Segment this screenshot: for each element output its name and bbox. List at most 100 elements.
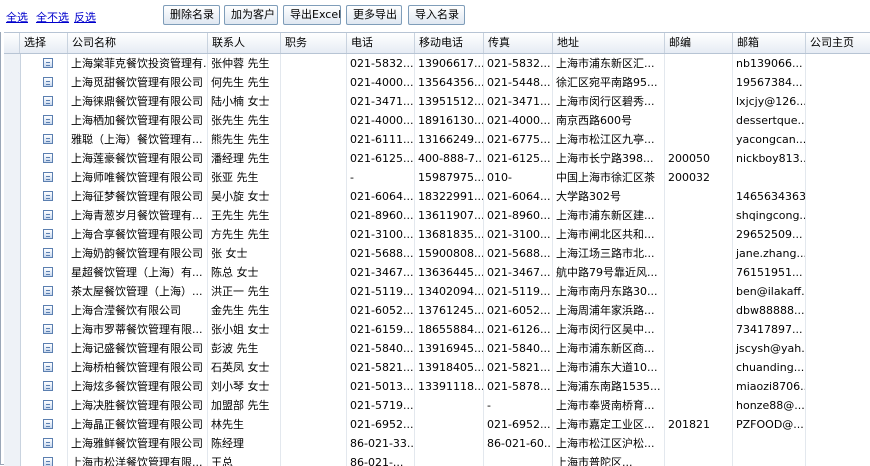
fax-cell: 021-5821... [484,358,553,377]
row-header[interactable] [4,206,21,225]
row-header[interactable] [4,282,21,301]
header-col-company[interactable]: 公司名称 [68,33,208,53]
select-card-icon[interactable] [43,96,53,106]
table-row[interactable]: 上海奶韵餐饮管理有限公司张 女士 021-5688... 15900808... 02… [4,244,870,264]
select-card-icon[interactable] [43,229,53,239]
row-header[interactable] [4,263,21,282]
header-col-fax[interactable]: 传真 [484,33,553,53]
row-header[interactable] [4,149,21,168]
table-row[interactable]: 上海决胜餐饮管理有限公司 加盟部 先生 021-5719... - 上海市奉贤南桥育..… [4,396,870,416]
row-header[interactable] [4,320,21,339]
row-header[interactable] [4,358,21,377]
phone-cell: 021-8960... [347,206,415,225]
row-header[interactable] [4,54,21,73]
row-header[interactable] [4,187,21,206]
address-cell: 上海江场三路市北... [553,244,665,263]
header-col-address[interactable]: 地址 [553,33,665,53]
select-card-icon[interactable] [43,248,53,258]
table-row[interactable]: 上海记盛餐饮管理有限公司 彭波 先生 021-5840... 13916945... 0… [4,339,870,359]
table-row[interactable]: 上海徕鼎餐饮管理有限公司 陆小楠 女士 021-3471... 13951512...… [4,92,870,112]
delete-list-button[interactable]: 删除名录 [163,5,220,25]
row-header[interactable] [4,396,21,415]
row-header[interactable] [4,453,21,466]
row-header[interactable] [4,73,21,92]
select-card-icon[interactable] [43,362,53,372]
table-row[interactable]: 上海桥柏餐饮管理有限公司 石英凤 女士 021-5821... 13918405...… [4,358,870,378]
select-card-icon[interactable] [43,381,53,391]
import-list-button[interactable]: 导入名录 [408,5,465,25]
add-as-customer-button[interactable]: 加为客户 [224,5,278,25]
fax-cell: 021-6125... [484,149,553,168]
select-card-icon[interactable] [43,77,53,87]
select-card-icon[interactable] [43,286,53,296]
table-row[interactable]: 上海合享餐饮管理有限公司 方先生 先生 021-3100... 13681835...… [4,225,870,245]
header-col-title[interactable]: 职务 [281,33,347,53]
table-row[interactable]: 上海青葱岁月餐饮管理有... 王先生 先生 021-8960... 13611907.… [4,206,870,226]
header-col-phone[interactable]: 电话 [347,33,415,53]
row-header[interactable] [4,130,21,149]
select-card-icon[interactable] [43,324,53,334]
table-row[interactable]: 星超餐饮管理（上海）有... 陈总 女士 021-3467... 13636445..… [4,263,870,283]
header-col-contact[interactable]: 联系人 [208,33,281,53]
company-cell: 上海觅甜餐饮管理有限公司 [68,73,208,92]
row-header[interactable] [4,434,21,453]
select-none-link[interactable]: 全不选 [36,9,69,25]
table-row[interactable]: 茶太屋餐饮管理（上海）... 洪正一 先生 021-5119... 13402094.… [4,282,870,302]
row-header[interactable] [4,225,21,244]
contact-cell: 陈经理 [208,434,281,453]
row-header[interactable] [4,111,21,130]
table-row[interactable]: 上海觅甜餐饮管理有限公司 何先生 先生 021-4000... 13564356...… [4,73,870,93]
select-card-icon[interactable] [43,58,53,68]
select-card-icon[interactable] [43,343,53,353]
table-row[interactable]: 上海市松洋餐饮管理有限... 王总 86-021-... 上海市普陀区... [4,453,870,466]
email-cell: PZFOOD@... [733,415,806,434]
row-header[interactable] [4,92,21,111]
table-row[interactable]: 上海栖加餐饮管理有限公司 张先生 先生 021-4000... 18916130...… [4,111,870,131]
select-card-icon[interactable] [43,191,53,201]
more-export-button[interactable]: 更多导出 [346,5,402,25]
phone-cell: 021-3100... [347,225,415,244]
table-row[interactable]: 上海征梦餐饮管理有限公司 吴小旋 女士 021-6064... 18322991...… [4,187,870,207]
select-card-icon[interactable] [43,210,53,220]
header-col-zip[interactable]: 邮编 [665,33,733,53]
header-col-mobile[interactable]: 移动电话 [415,33,484,53]
row-header[interactable] [4,301,21,320]
row-header[interactable] [4,168,21,187]
fax-cell: 021-3100... [484,225,553,244]
address-cell: 上海市南丹东路30... [553,282,665,301]
header-col-email[interactable]: 邮箱 [733,33,806,53]
homepage-cell [806,396,870,415]
select-card-icon[interactable] [43,400,53,410]
table-row[interactable]: 上海雅鲜餐饮管理有限公司 陈经理 86-021-33... 86-021-60... 上… [4,434,870,454]
row-header[interactable] [4,415,21,434]
table-row[interactable]: 上海莲豪餐饮管理有限公司 潘经理 先生 021-6125... 400-888-7..… [4,149,870,169]
homepage-cell [806,168,870,187]
row-header[interactable] [4,244,21,263]
select-card-icon[interactable] [43,172,53,182]
select-card-icon[interactable] [43,267,53,277]
table-row[interactable]: 雅聪（上海）餐饮管理有... 熊先生 先生 021-6111... 13166249.… [4,130,870,150]
select-all-link[interactable]: 全选 [6,9,28,25]
table-row[interactable]: 上海晶正餐饮管理有限公司 林先生 021-6952... 021-6952... 上海市… [4,415,870,435]
table-row[interactable]: 上海师唯餐饮管理有限公司 张亚 先生 -15987975... 010- 中国上海市徐汇… [4,168,870,188]
contact-cell: 何先生 先生 [208,73,281,92]
invert-selection-link[interactable]: 反选 [74,9,96,25]
fax-cell: 021-6052... [484,301,553,320]
export-excel-button[interactable]: 导出Excel [283,5,341,25]
select-card-icon[interactable] [43,305,53,315]
select-card-icon[interactable] [43,153,53,163]
table-row[interactable]: 上海市罗蒂餐饮管理有限... 张小姐 女士 021-6159... 18655884.… [4,320,870,340]
select-card-icon[interactable] [43,134,53,144]
table-row[interactable]: 上海合滢餐饮有限公司 金先生 先生 021-6052... 13761245... 02… [4,301,870,321]
select-card-icon[interactable] [43,438,53,448]
header-col-homepage[interactable]: 公司主页 [806,33,870,53]
row-header[interactable] [4,339,21,358]
email-cell [733,168,806,187]
select-card-icon[interactable] [43,419,53,429]
table-row[interactable]: 上海炫多餐饮管理有限公司 刘小琴 女士 021-5013... 13391118...… [4,377,870,397]
mobile-cell: 15900808... [415,244,484,263]
header-col-select[interactable]: 选择 [20,33,68,53]
select-card-icon[interactable] [43,115,53,125]
table-row[interactable]: 上海棠菲克餐饮投资管理有... 张仲蓉 先生 021-5832... 13906617… [4,54,870,74]
row-header[interactable] [4,377,21,396]
